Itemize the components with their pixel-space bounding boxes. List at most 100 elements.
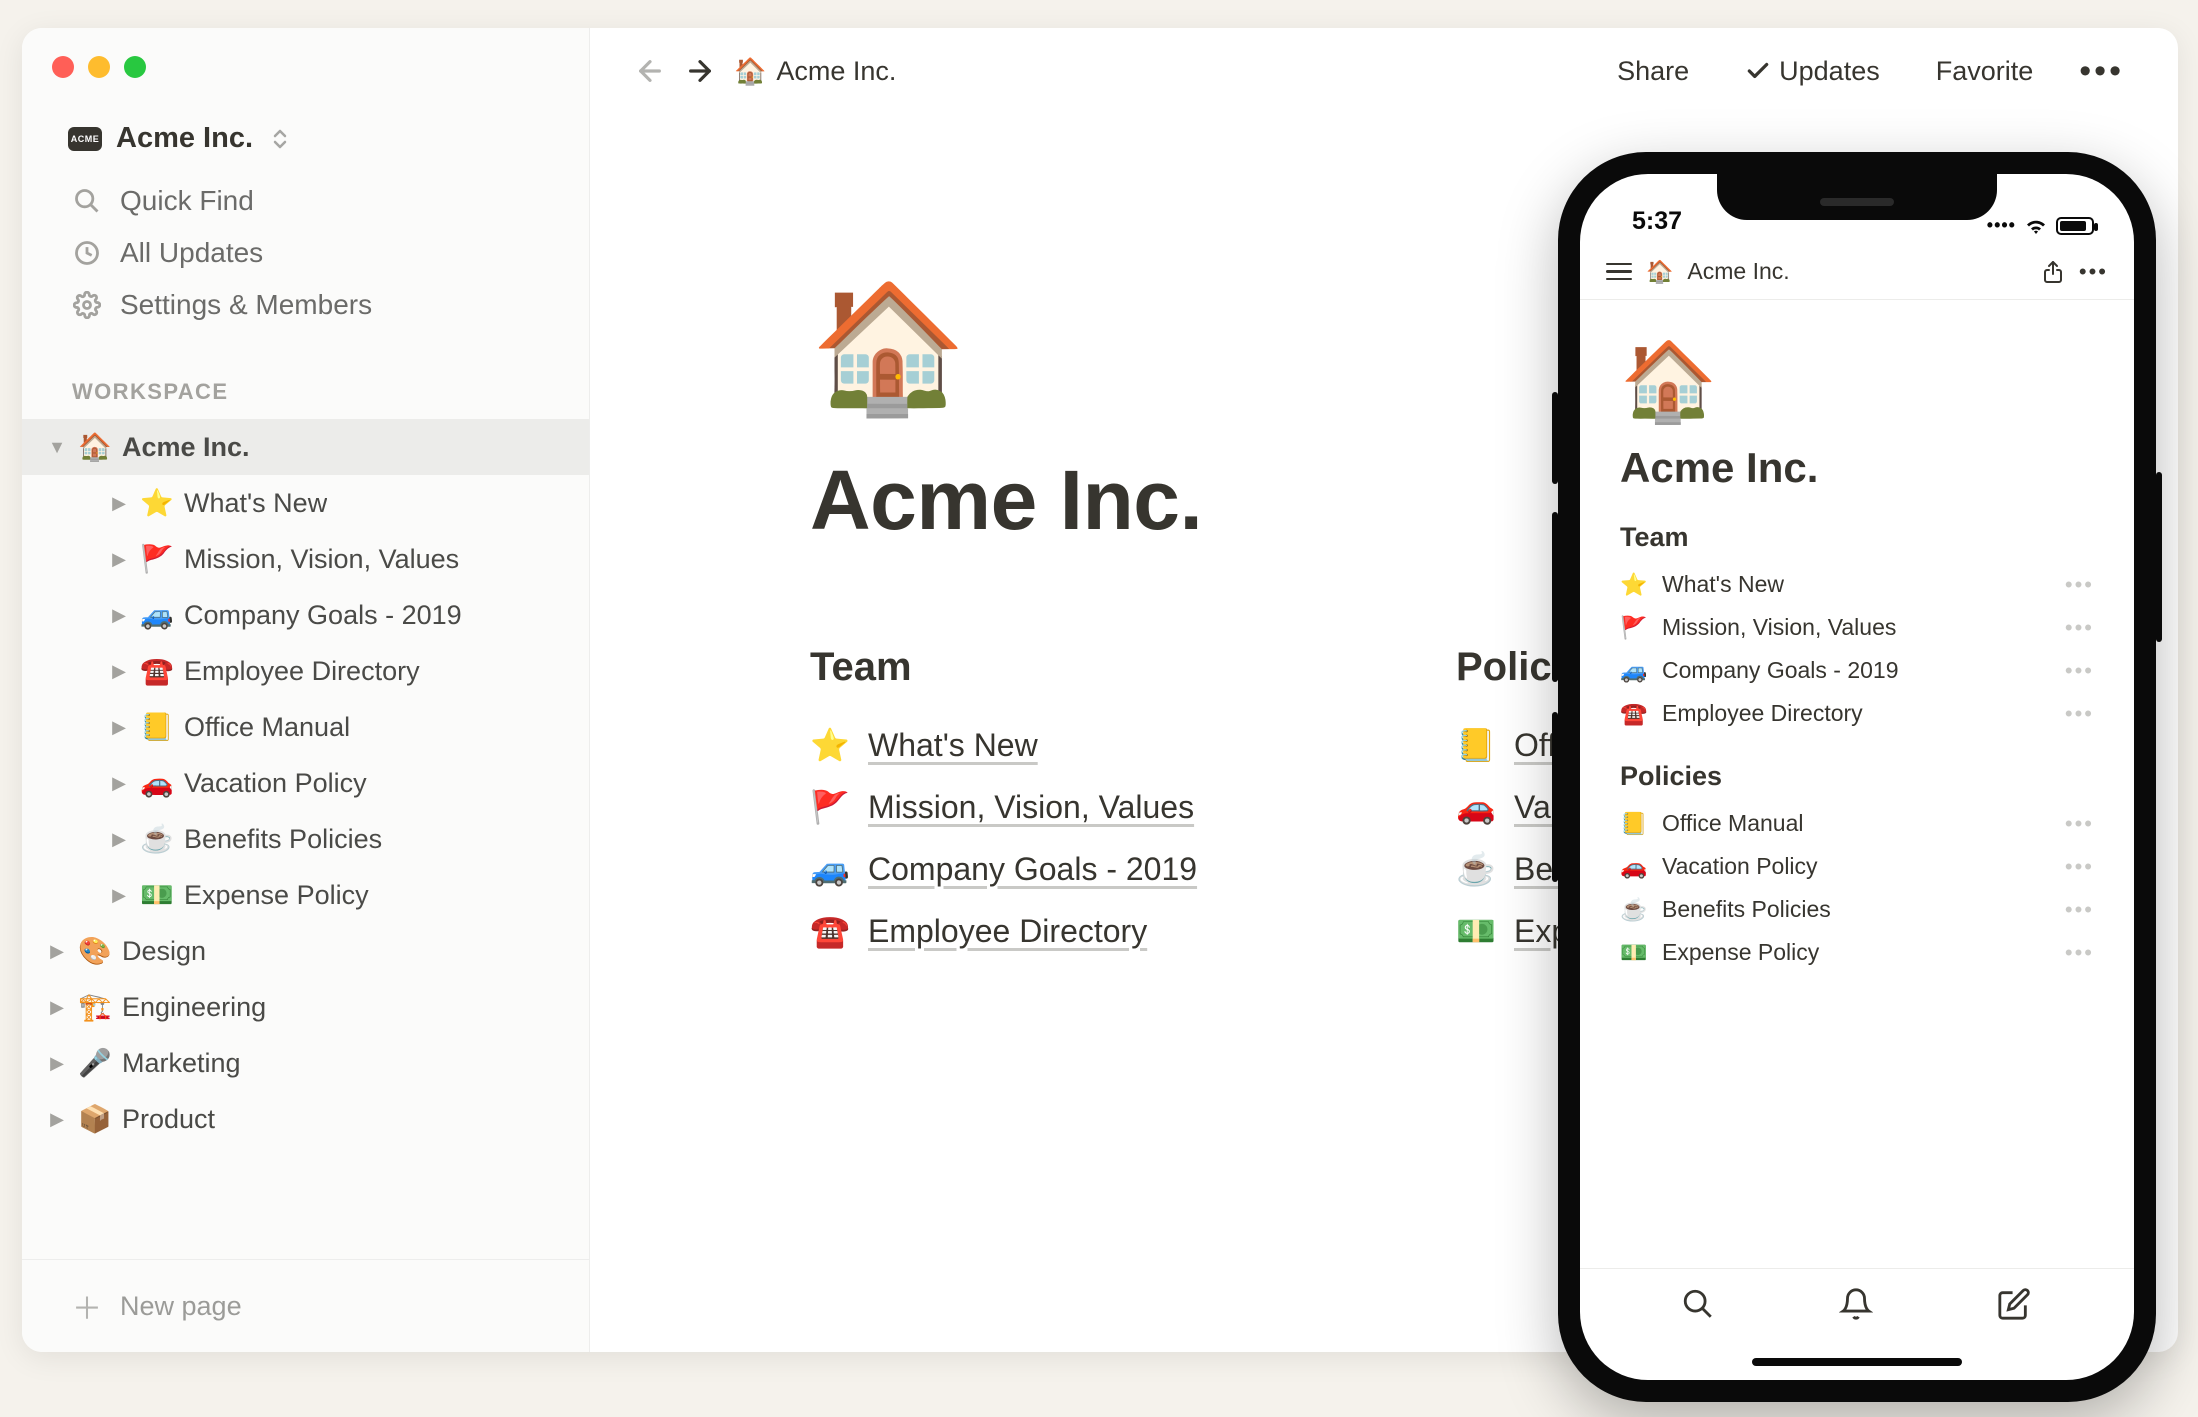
- hamburger-menu-button[interactable]: [1606, 263, 1632, 281]
- disclosure-triangle-icon[interactable]: ▶: [108, 773, 130, 794]
- mobile-page-link[interactable]: 🚩Mission, Vision, Values•••: [1620, 606, 2094, 649]
- mobile-page-link[interactable]: ⭐What's New•••: [1620, 563, 2094, 606]
- settings-members[interactable]: Settings & Members: [22, 279, 589, 331]
- mobile-section-heading[interactable]: Policies: [1620, 761, 2094, 792]
- minimize-window-button[interactable]: [88, 56, 110, 78]
- page-label: Benefits Policies: [184, 824, 382, 855]
- sidebar-page-item[interactable]: ▶💵Expense Policy: [22, 867, 589, 923]
- disclosure-triangle-icon[interactable]: ▶: [46, 997, 68, 1018]
- link-more-button[interactable]: •••: [2065, 615, 2094, 641]
- mobile-body: 🏠 Acme Inc. Team ⭐What's New•••🚩Mission, …: [1580, 300, 2134, 1268]
- new-page-button[interactable]: ＋ New page: [22, 1259, 589, 1352]
- quick-find[interactable]: Quick Find: [22, 175, 589, 227]
- page-label: Company Goals - 2019: [184, 600, 462, 631]
- sidebar-page-item[interactable]: ▶🎨Design: [22, 923, 589, 979]
- wifi-icon: [2024, 217, 2048, 235]
- sidebar-page-item[interactable]: ▶☕Benefits Policies: [22, 811, 589, 867]
- status-time: 5:37: [1632, 207, 1682, 236]
- disclosure-triangle-icon[interactable]: ▶: [108, 717, 130, 738]
- sidebar-nav: Quick Find All Updates Settings & Member…: [22, 167, 589, 339]
- disclosure-triangle-icon[interactable]: ▶: [108, 493, 130, 514]
- link-more-button[interactable]: •••: [2065, 572, 2094, 598]
- page-link[interactable]: 🚙 Company Goals - 2019: [810, 838, 1430, 900]
- disclosure-triangle-icon[interactable]: ▶: [46, 1053, 68, 1074]
- mobile-page-link[interactable]: 💵Expense Policy•••: [1620, 931, 2094, 974]
- page-link[interactable]: ⭐What's New: [810, 714, 1430, 776]
- mobile-page-link[interactable]: ☎️Employee Directory•••: [1620, 692, 2094, 735]
- mobile-notifications-button[interactable]: [1839, 1287, 1875, 1323]
- link-more-button[interactable]: •••: [2065, 897, 2094, 923]
- page-label: Employee Directory: [184, 656, 420, 687]
- close-window-button[interactable]: [52, 56, 74, 78]
- disclosure-triangle-icon[interactable]: ▶: [108, 885, 130, 906]
- disclosure-triangle-icon[interactable]: ▶: [108, 661, 130, 682]
- page-label: Engineering: [122, 992, 266, 1023]
- phone-notch: [1717, 174, 1997, 220]
- mobile-page-link[interactable]: 🚗Vacation Policy•••: [1620, 845, 2094, 888]
- share-button[interactable]: Share: [1597, 50, 1709, 93]
- column-heading[interactable]: Team: [810, 645, 1430, 690]
- disclosure-triangle-icon[interactable]: ▶: [46, 1109, 68, 1130]
- nav-back-button[interactable]: [634, 55, 668, 87]
- disclosure-triangle-icon[interactable]: ▶: [108, 829, 130, 850]
- sidebar-page-item[interactable]: ▶ 🚙 Company Goals - 2019: [22, 587, 589, 643]
- page-link-label: Mission, Vision, Values: [868, 789, 1194, 826]
- sidebar-page-item[interactable]: ▶☎️Employee Directory: [22, 643, 589, 699]
- disclosure-triangle-icon[interactable]: ▶: [108, 605, 130, 626]
- all-updates[interactable]: All Updates: [22, 227, 589, 279]
- link-more-button[interactable]: •••: [2065, 701, 2094, 727]
- page-label: Product: [122, 1104, 215, 1135]
- breadcrumb[interactable]: 🏠 Acme Inc.: [734, 56, 896, 87]
- sidebar-page-item[interactable]: ▶🚩Mission, Vision, Values: [22, 531, 589, 587]
- mobile-page-link[interactable]: 📒Office Manual•••: [1620, 802, 2094, 845]
- mobile-hero-icon[interactable]: 🏠: [1620, 336, 2094, 428]
- battery-icon: [2056, 217, 2094, 235]
- link-more-button[interactable]: •••: [2065, 811, 2094, 837]
- disclosure-triangle-icon[interactable]: ▶: [108, 549, 130, 570]
- fullscreen-window-button[interactable]: [124, 56, 146, 78]
- mobile-compose-button[interactable]: [1997, 1287, 2033, 1323]
- page-link-label: Company Goals - 2019: [1662, 657, 1899, 684]
- sidebar-page-item[interactable]: ▶ 🏗️ Engineering: [22, 979, 589, 1035]
- page-emoji-icon: 🚩: [140, 543, 174, 575]
- sidebar-page-item[interactable]: ▼🏠Acme Inc.: [22, 419, 589, 475]
- mobile-search-button[interactable]: [1681, 1287, 1717, 1323]
- disclosure-triangle-icon[interactable]: ▶: [46, 941, 68, 962]
- link-more-button[interactable]: •••: [2065, 658, 2094, 684]
- page-label: What's New: [184, 488, 327, 519]
- page-link-icon: ☎️: [1620, 701, 1648, 727]
- page-emoji-icon: 🚙: [140, 599, 174, 631]
- disclosure-triangle-icon[interactable]: ▼: [46, 437, 68, 458]
- sidebar: ACME Acme Inc. Quick Find All Updates: [22, 28, 590, 1352]
- sidebar-page-item[interactable]: ▶🎤Marketing: [22, 1035, 589, 1091]
- page-link-label: Expense Policy: [1662, 939, 1819, 966]
- page-link-label: Company Goals - 2019: [868, 851, 1197, 888]
- mobile-more-button[interactable]: •••: [2079, 259, 2108, 285]
- mobile-page-link[interactable]: 🚙Company Goals - 2019•••: [1620, 649, 2094, 692]
- page-link[interactable]: ☎️Employee Directory: [810, 900, 1430, 962]
- link-more-button[interactable]: •••: [2065, 940, 2094, 966]
- mobile-page-title[interactable]: Acme Inc.: [1620, 444, 2094, 492]
- sidebar-page-item[interactable]: ▶📒Office Manual: [22, 699, 589, 755]
- mobile-page-link[interactable]: ☕Benefits Policies•••: [1620, 888, 2094, 931]
- mobile-breadcrumb-label: Acme Inc.: [1687, 258, 1789, 285]
- sidebar-page-item[interactable]: ▶🚗Vacation Policy: [22, 755, 589, 811]
- chevron-updown-icon: [271, 128, 289, 150]
- link-more-button[interactable]: •••: [2065, 854, 2094, 880]
- mobile-screen: 5:37 •••• 🏠 Acme Inc. ••• 🏠 Acme Inc.: [1580, 174, 2134, 1380]
- page-emoji-icon: 🏗️: [78, 991, 112, 1023]
- sidebar-page-item[interactable]: ▶⭐What's New: [22, 475, 589, 531]
- favorite-button[interactable]: Favorite: [1916, 50, 2054, 93]
- sidebar-page-item[interactable]: ▶📦Product: [22, 1091, 589, 1147]
- more-menu-button[interactable]: •••: [2069, 52, 2134, 91]
- nav-forward-button[interactable]: [684, 55, 718, 87]
- workspace-switcher[interactable]: ACME Acme Inc.: [22, 78, 589, 167]
- page-link-icon: 🚙: [810, 850, 850, 888]
- updates-button[interactable]: Updates: [1725, 50, 1900, 93]
- mobile-section-heading[interactable]: Team: [1620, 522, 2094, 553]
- clock-icon: [72, 238, 102, 268]
- home-indicator[interactable]: [1752, 1358, 1962, 1366]
- page-link[interactable]: 🚩Mission, Vision, Values: [810, 776, 1430, 838]
- share-icon[interactable]: [2041, 260, 2065, 284]
- page-link-icon: ☎️: [810, 912, 850, 950]
